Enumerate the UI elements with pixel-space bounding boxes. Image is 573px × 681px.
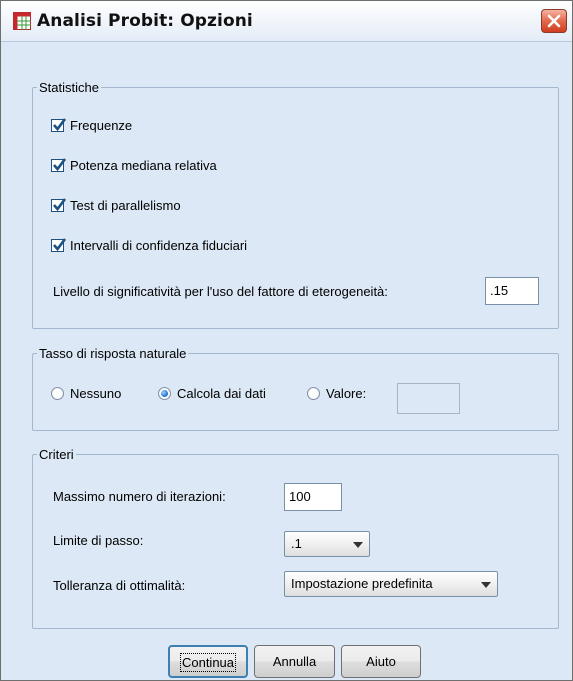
checkmark-icon <box>53 118 67 132</box>
checkbox-intervalli-fiduciari[interactable]: Intervalli di confidenza fiduciari <box>51 238 247 253</box>
checkmark-icon <box>53 158 67 172</box>
checkmark-icon <box>53 198 67 212</box>
passo-value: .1 <box>291 536 302 551</box>
spreadsheet-grid-icon <box>13 12 31 30</box>
eterogeneita-input[interactable]: .15 <box>485 277 539 305</box>
tolleranza-value: Impostazione predefinita <box>291 576 433 591</box>
checkmark-icon <box>53 238 67 252</box>
passo-dropdown[interactable]: .1 <box>284 531 370 557</box>
radio-nessuno[interactable]: Nessuno <box>51 386 121 401</box>
dialog-window: Analisi Probit: Opzioni Statistiche Freq… <box>0 0 573 681</box>
aiuto-button[interactable]: Aiuto <box>341 645 421 678</box>
checkbox-frequenze[interactable]: Frequenze <box>51 118 132 133</box>
checkbox-box[interactable] <box>51 158 67 172</box>
tolleranza-label: Tolleranza di ottimalità: <box>53 578 186 593</box>
iterazioni-label: Massimo numero di iterazioni: <box>53 489 226 504</box>
criteri-legend: Criteri <box>37 447 76 462</box>
checkbox-test-parallelismo[interactable]: Test di parallelismo <box>51 198 181 213</box>
continua-button[interactable]: Continua <box>168 645 248 678</box>
aiuto-label: Aiuto <box>366 654 396 669</box>
radio-label: Calcola dai dati <box>177 386 266 401</box>
radio-label: Nessuno <box>70 386 122 401</box>
checkbox-label: Potenza mediana relativa <box>70 158 217 173</box>
window-title: Analisi Probit: Opzioni <box>37 11 253 31</box>
tasso-risposta-legend: Tasso di risposta naturale <box>37 346 189 361</box>
annulla-label: Annulla <box>272 654 317 669</box>
passo-label: Limite di passo: <box>53 533 144 548</box>
radio-calcola-dai-dati[interactable]: Calcola dai dati <box>158 386 266 401</box>
radio-circle[interactable] <box>307 387 320 400</box>
checkbox-box[interactable] <box>51 118 67 132</box>
checkbox-label: Frequenze <box>70 118 133 133</box>
checkbox-label: Intervalli di confidenza fiduciari <box>70 238 248 253</box>
radio-circle[interactable] <box>51 387 64 400</box>
annulla-button[interactable]: Annulla <box>254 645 335 678</box>
tolleranza-dropdown[interactable]: Impostazione predefinita <box>284 571 498 597</box>
close-button[interactable] <box>541 9 567 33</box>
checkbox-label: Test di parallelismo <box>70 198 181 213</box>
radio-valore[interactable]: Valore: <box>307 386 366 401</box>
statistiche-legend: Statistiche <box>37 80 101 95</box>
chevron-down-icon <box>481 582 491 588</box>
chevron-down-icon <box>353 542 363 548</box>
checkbox-potenza-mediana[interactable]: Potenza mediana relativa <box>51 158 217 173</box>
close-x-icon <box>547 14 561 28</box>
radio-label: Valore: <box>326 386 367 401</box>
checkbox-box[interactable] <box>51 238 67 252</box>
title-bar[interactable]: Analisi Probit: Opzioni <box>1 1 572 42</box>
eterogeneita-label: Livello di significatività per l'uso del… <box>53 284 388 299</box>
valore-input[interactable] <box>397 383 460 414</box>
iterazioni-input[interactable]: 100 <box>284 483 342 511</box>
continua-label: Continua <box>179 653 237 672</box>
checkbox-box[interactable] <box>51 198 67 212</box>
radio-circle[interactable] <box>158 387 171 400</box>
